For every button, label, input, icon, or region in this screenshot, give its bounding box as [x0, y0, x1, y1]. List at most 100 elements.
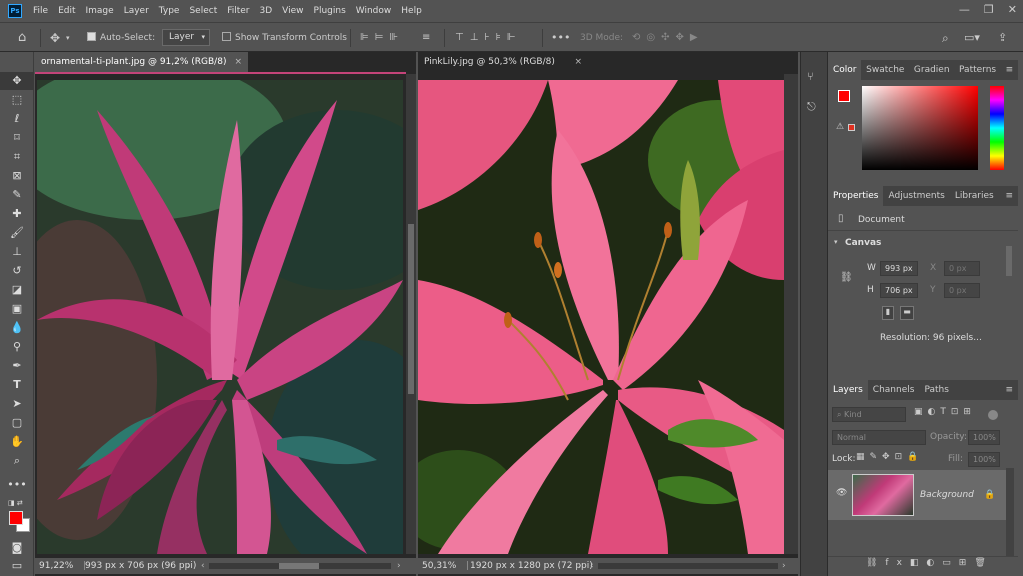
- tab-layers[interactable]: Layers: [828, 380, 868, 400]
- show-transform-checkbox[interactable]: Show Transform Controls: [222, 30, 347, 46]
- menu-edit[interactable]: Edit: [53, 6, 80, 16]
- frame-tool-icon[interactable]: ⊠: [0, 167, 34, 185]
- pink-lily-image[interactable]: [418, 80, 784, 554]
- layer-actions-icons[interactable]: ⛓fx◧◐▭⊞🗑: [866, 558, 994, 568]
- swap-colors-icon[interactable]: ◨ ⇄: [8, 499, 23, 507]
- dodge-tool-icon[interactable]: ⚲: [0, 338, 34, 356]
- layers-scrollbar[interactable]: [1006, 468, 1014, 558]
- history-panel-icon[interactable]: ⑂: [807, 70, 814, 83]
- tab-ornamental-ti-plant[interactable]: ornamental-ti-plant.jpg @ 91,2% (RGB/8) …: [35, 52, 248, 72]
- document-info[interactable]: 1920 px x 1280 px (72 ppi): [470, 558, 593, 574]
- path-selection-tool-icon[interactable]: ➤: [0, 395, 34, 413]
- more-tools-icon[interactable]: •••: [0, 476, 34, 494]
- marquee-tool-icon[interactable]: ⬚: [0, 91, 34, 109]
- move-tool-icon[interactable]: ✥: [0, 72, 34, 90]
- hue-slider[interactable]: [990, 86, 1004, 170]
- foreground-color-swatch[interactable]: [9, 511, 23, 525]
- menu-file[interactable]: File: [28, 6, 53, 16]
- panel-menu-icon[interactable]: ≡: [1000, 380, 1018, 400]
- width-field[interactable]: 993 px: [880, 261, 918, 276]
- eraser-tool-icon[interactable]: ◪: [0, 281, 34, 299]
- menu-view[interactable]: View: [277, 6, 308, 16]
- ti-plant-image[interactable]: [37, 80, 403, 554]
- portrait-orientation-icon[interactable]: ▮: [882, 306, 894, 320]
- zoom-tool-icon[interactable]: ⌕: [0, 452, 34, 470]
- align-icons[interactable]: ⊫⊨⊪: [360, 30, 404, 46]
- scroll-right-icon[interactable]: ›: [397, 558, 401, 574]
- menu-help[interactable]: Help: [396, 6, 427, 16]
- menu-layer[interactable]: Layer: [119, 6, 154, 16]
- menu-3d[interactable]: 3D: [255, 6, 278, 16]
- layer-filter-icons[interactable]: ▣◐T⊡⊞: [914, 407, 976, 417]
- distribute-icon[interactable]: ≡: [422, 30, 430, 46]
- tab-properties[interactable]: Properties: [828, 186, 884, 206]
- history-brush-tool-icon[interactable]: ↺: [0, 262, 34, 280]
- lasso-tool-icon[interactable]: ℓ: [0, 110, 34, 128]
- vertical-scrollbar[interactable]: [784, 74, 798, 554]
- healing-brush-tool-icon[interactable]: ✚: [0, 205, 34, 223]
- search-icon[interactable]: ⌕: [942, 30, 949, 46]
- document-info[interactable]: 993 px x 706 px (96 ppi): [85, 558, 196, 574]
- tab-libraries[interactable]: Libraries: [950, 186, 999, 206]
- landscape-orientation-icon[interactable]: ▬: [900, 306, 914, 320]
- hand-tool-icon[interactable]: ✋: [0, 433, 34, 451]
- properties-scrollbar[interactable]: [1006, 246, 1012, 276]
- blur-tool-icon[interactable]: 💧: [0, 319, 34, 337]
- tab-channels[interactable]: Channels: [868, 380, 920, 400]
- layer-thumbnail[interactable]: [852, 474, 914, 516]
- workspace-icon[interactable]: ▭▾: [964, 30, 980, 46]
- minimize-button[interactable]: —: [959, 3, 970, 16]
- vertical-scrollbar[interactable]: [406, 74, 416, 554]
- gradient-tool-icon[interactable]: ▣: [0, 300, 34, 318]
- more-options-icon[interactable]: •••: [551, 30, 570, 46]
- info-chevron-icon[interactable]: ›: [578, 558, 582, 574]
- tab-close-icon[interactable]: ×: [574, 52, 582, 72]
- link-icon[interactable]: ⛓: [840, 272, 853, 283]
- horizontal-scrollbar[interactable]: [598, 563, 778, 569]
- share-icon[interactable]: ⇪: [998, 30, 1007, 46]
- menu-image[interactable]: Image: [81, 6, 119, 16]
- color-field[interactable]: [862, 86, 978, 170]
- tab-pinklily[interactable]: PinkLily.jpg @ 50,3% (RGB/8) ×: [418, 52, 588, 72]
- shape-tool-icon[interactable]: ▢: [0, 414, 34, 432]
- height-field[interactable]: 706 px: [880, 283, 918, 298]
- close-button[interactable]: ✕: [1008, 3, 1017, 16]
- filter-toggle-icon[interactable]: [988, 410, 998, 420]
- out-of-gamut-warning-icon[interactable]: ⚠: [836, 122, 844, 132]
- tab-close-icon[interactable]: ×: [234, 52, 242, 72]
- horizontal-scrollbar[interactable]: [209, 563, 391, 569]
- actions-panel-icon[interactable]: ⎋: [807, 100, 816, 114]
- zoom-level[interactable]: 50,31%: [422, 558, 456, 574]
- brush-tool-icon[interactable]: 🖌: [0, 224, 34, 242]
- lock-icons[interactable]: ▦✎✥⊡🔒: [856, 452, 923, 462]
- scrollbar-thumb[interactable]: [408, 224, 414, 394]
- h-scrollbar-thumb[interactable]: [279, 563, 319, 569]
- panel-menu-icon[interactable]: ≡: [1001, 60, 1018, 80]
- menu-plugins[interactable]: Plugins: [309, 6, 351, 16]
- layer-name[interactable]: Background: [920, 490, 974, 500]
- scroll-right-icon[interactable]: ›: [782, 558, 786, 574]
- tab-adjustments[interactable]: Adjustments: [883, 186, 949, 206]
- menu-select[interactable]: Select: [184, 6, 222, 16]
- crop-tool-icon[interactable]: ⌗: [0, 148, 34, 166]
- screen-mode-icon[interactable]: ▭: [0, 557, 34, 575]
- scroll-left-icon[interactable]: ‹: [201, 558, 205, 574]
- move-tool-icon[interactable]: ✥: [50, 30, 60, 46]
- type-tool-icon[interactable]: T: [0, 376, 34, 394]
- auto-select-target-dropdown[interactable]: Layer ▾: [162, 29, 210, 46]
- info-chevron-icon[interactable]: ›: [187, 558, 191, 574]
- tab-paths[interactable]: Paths: [919, 380, 953, 400]
- clone-stamp-tool-icon[interactable]: ⊥: [0, 243, 34, 261]
- y-field[interactable]: 0 px: [944, 283, 980, 298]
- menu-type[interactable]: Type: [154, 6, 185, 16]
- filter-kind-dropdown[interactable]: ⌕ Kind: [832, 407, 906, 422]
- tab-swatches[interactable]: Swatche: [861, 60, 909, 80]
- quick-select-tool-icon[interactable]: ⌑: [0, 129, 34, 147]
- layer-row-background[interactable]: 👁 Background 🔒: [828, 470, 1006, 520]
- panel-menu-icon[interactable]: ≡: [1000, 186, 1018, 206]
- fill-field[interactable]: 100%: [968, 452, 1000, 467]
- 3d-mode-icons[interactable]: ⟲◎✣✥▶: [632, 30, 704, 46]
- restore-button[interactable]: ❐: [984, 3, 994, 16]
- expand-canvas-icon[interactable]: ▾: [834, 238, 838, 246]
- zoom-level[interactable]: 91,22%: [39, 558, 73, 574]
